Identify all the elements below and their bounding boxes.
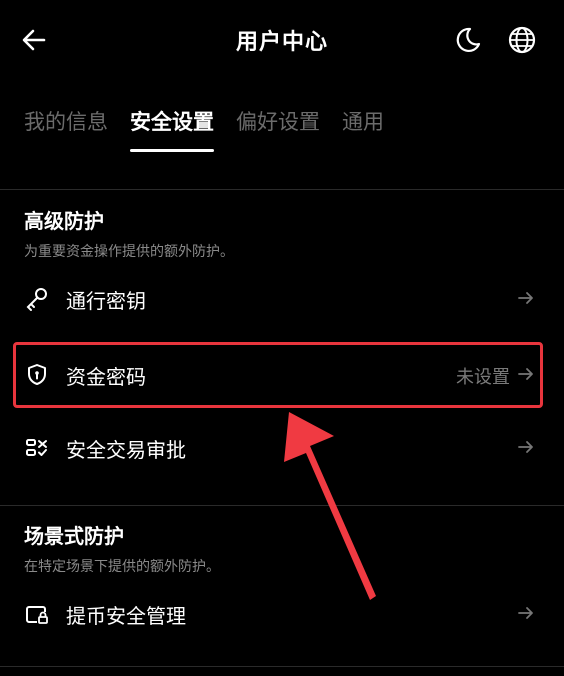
row-label: 安全交易审批 bbox=[66, 438, 186, 462]
row-passkey[interactable]: 通行密钥 bbox=[14, 271, 544, 327]
tab-security-settings[interactable]: 安全设置 bbox=[130, 106, 214, 152]
section-description: 在特定场景下提供的额外防护。 bbox=[24, 559, 220, 575]
row-withdrawal-security[interactable]: 提币安全管理 bbox=[14, 586, 544, 642]
wallet-lock-icon bbox=[26, 606, 48, 624]
moon-icon[interactable] bbox=[450, 24, 482, 56]
row-label: 提币安全管理 bbox=[66, 604, 186, 628]
arrow-right-icon bbox=[518, 607, 533, 619]
transaction-approval-icon bbox=[26, 439, 47, 456]
arrow-right-icon bbox=[518, 441, 533, 453]
row-value-not-set: 未设置 bbox=[456, 367, 510, 388]
tab-bar: 我的信息 安全设置 偏好设置 通用 bbox=[24, 106, 384, 156]
globe-icon[interactable] bbox=[506, 24, 538, 56]
row-label: 资金密码 bbox=[66, 365, 146, 389]
section-description: 为重要资金操作提供的额外防护。 bbox=[24, 244, 234, 260]
section-title-scenario-protection: 场景式防护 bbox=[24, 524, 124, 548]
arrow-right-icon bbox=[518, 292, 533, 304]
row-label: 通行密钥 bbox=[66, 289, 146, 313]
section-title-advanced-protection: 高级防护 bbox=[24, 209, 104, 233]
tab-general[interactable]: 通用 bbox=[342, 106, 384, 152]
divider bbox=[0, 505, 564, 506]
tab-my-info[interactable]: 我的信息 bbox=[24, 106, 108, 152]
divider bbox=[0, 666, 564, 667]
arrow-right-icon bbox=[518, 368, 533, 380]
divider bbox=[0, 189, 564, 190]
key-icon bbox=[26, 288, 47, 311]
shield-icon bbox=[28, 364, 46, 385]
row-fund-password[interactable]: 资金密码 未设置 bbox=[14, 347, 544, 403]
row-secure-transaction-approval[interactable]: 安全交易审批 bbox=[14, 420, 544, 476]
tab-preferences[interactable]: 偏好设置 bbox=[236, 106, 320, 152]
header: 用户中心 bbox=[0, 0, 564, 80]
